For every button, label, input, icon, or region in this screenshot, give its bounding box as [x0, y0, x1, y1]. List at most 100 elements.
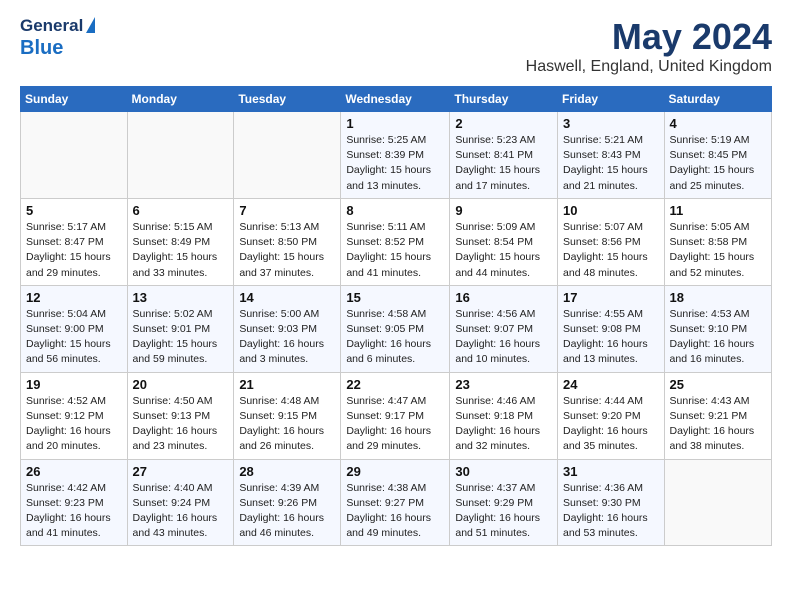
calendar-cell: 31 Sunrise: 4:36 AM Sunset: 9:30 PM Dayli… — [558, 459, 665, 546]
day-info: Sunrise: 4:47 AM Sunset: 9:17 PM Dayligh… — [346, 394, 444, 455]
day-number: 5 — [26, 203, 122, 218]
calendar-week-row: 26Sunrise: 4:42 AM Sunset: 9:23 PM Dayli… — [21, 459, 772, 546]
calendar-cell: 10 Sunrise: 5:07 AM Sunset: 8:56 PM Dayli… — [558, 198, 665, 285]
day-info: Sunrise: 5:17 AM Sunset: 8:47 PM Dayligh… — [26, 220, 122, 281]
calendar-cell: 25 Sunrise: 4:43 AM Sunset: 9:21 PM Dayli… — [664, 372, 771, 459]
header: General Blue May 2024 Haswell, England, … — [20, 16, 772, 76]
page: General Blue May 2024 Haswell, England, … — [0, 0, 792, 562]
day-info: Sunrise: 4:58 AM Sunset: 9:05 PM Dayligh… — [346, 307, 444, 368]
calendar-cell: 18 Sunrise: 4:53 AM Sunset: 9:10 PM Dayli… — [664, 285, 771, 372]
calendar-cell — [664, 459, 771, 546]
day-number: 2 — [455, 116, 552, 131]
calendar-cell: 30 Sunrise: 4:37 AM Sunset: 9:29 PM Dayli… — [450, 459, 558, 546]
calendar-header-saturday: Saturday — [664, 87, 771, 112]
day-number: 26 — [26, 464, 122, 479]
calendar-cell: 6 Sunrise: 5:15 AM Sunset: 8:49 PM Daylig… — [127, 198, 234, 285]
calendar-cell: 27 Sunrise: 4:40 AM Sunset: 9:24 PM Dayli… — [127, 459, 234, 546]
calendar-cell: 4Sunrise: 5:19 AM Sunset: 8:45 PM Daylig… — [664, 112, 771, 199]
calendar-cell: 29 Sunrise: 4:38 AM Sunset: 9:27 PM Dayli… — [341, 459, 450, 546]
day-number: 17 — [563, 290, 659, 305]
day-number: 28 — [239, 464, 335, 479]
day-info: Sunrise: 5:04 AM Sunset: 9:00 PM Dayligh… — [26, 307, 122, 368]
day-info: Sunrise: 5:11 AM Sunset: 8:52 PM Dayligh… — [346, 220, 444, 281]
calendar-header-tuesday: Tuesday — [234, 87, 341, 112]
calendar-cell: 8 Sunrise: 5:11 AM Sunset: 8:52 PM Daylig… — [341, 198, 450, 285]
day-number: 16 — [455, 290, 552, 305]
day-number: 25 — [670, 377, 766, 392]
day-number: 8 — [346, 203, 444, 218]
day-info: Sunrise: 4:39 AM Sunset: 9:26 PM Dayligh… — [239, 481, 335, 542]
calendar-cell: 22 Sunrise: 4:47 AM Sunset: 9:17 PM Dayli… — [341, 372, 450, 459]
calendar-cell: 9 Sunrise: 5:09 AM Sunset: 8:54 PM Daylig… — [450, 198, 558, 285]
calendar-cell — [234, 112, 341, 199]
calendar-cell: 24 Sunrise: 4:44 AM Sunset: 9:20 PM Dayli… — [558, 372, 665, 459]
day-number: 4 — [670, 116, 766, 131]
day-info: Sunrise: 5:25 AM Sunset: 8:39 PM Dayligh… — [346, 133, 444, 194]
day-info: Sunrise: 5:23 AM Sunset: 8:41 PM Dayligh… — [455, 133, 552, 194]
calendar-cell: 23Sunrise: 4:46 AM Sunset: 9:18 PM Dayli… — [450, 372, 558, 459]
day-number: 27 — [133, 464, 229, 479]
calendar-header-row: SundayMondayTuesdayWednesdayThursdayFrid… — [21, 87, 772, 112]
day-number: 14 — [239, 290, 335, 305]
day-number: 10 — [563, 203, 659, 218]
day-number: 31 — [563, 464, 659, 479]
calendar-cell: 16 Sunrise: 4:56 AM Sunset: 9:07 PM Dayli… — [450, 285, 558, 372]
calendar-cell: 17Sunrise: 4:55 AM Sunset: 9:08 PM Dayli… — [558, 285, 665, 372]
calendar-cell: 14Sunrise: 5:00 AM Sunset: 9:03 PM Dayli… — [234, 285, 341, 372]
day-number: 23 — [455, 377, 552, 392]
day-info: Sunrise: 5:07 AM Sunset: 8:56 PM Dayligh… — [563, 220, 659, 281]
day-info: Sunrise: 4:36 AM Sunset: 9:30 PM Dayligh… — [563, 481, 659, 542]
calendar-table: SundayMondayTuesdayWednesdayThursdayFrid… — [20, 86, 772, 546]
day-info: Sunrise: 5:13 AM Sunset: 8:50 PM Dayligh… — [239, 220, 335, 281]
title-block: May 2024 Haswell, England, United Kingdo… — [526, 16, 772, 76]
calendar-cell: 5 Sunrise: 5:17 AM Sunset: 8:47 PM Daylig… — [21, 198, 128, 285]
day-info: Sunrise: 4:50 AM Sunset: 9:13 PM Dayligh… — [133, 394, 229, 455]
calendar-header-wednesday: Wednesday — [341, 87, 450, 112]
day-info: Sunrise: 5:15 AM Sunset: 8:49 PM Dayligh… — [133, 220, 229, 281]
day-number: 13 — [133, 290, 229, 305]
day-number: 3 — [563, 116, 659, 131]
calendar-cell: 19 Sunrise: 4:52 AM Sunset: 9:12 PM Dayli… — [21, 372, 128, 459]
day-info: Sunrise: 4:43 AM Sunset: 9:21 PM Dayligh… — [670, 394, 766, 455]
day-info: Sunrise: 4:53 AM Sunset: 9:10 PM Dayligh… — [670, 307, 766, 368]
calendar-cell: 2 Sunrise: 5:23 AM Sunset: 8:41 PM Daylig… — [450, 112, 558, 199]
calendar-cell: 7Sunrise: 5:13 AM Sunset: 8:50 PM Daylig… — [234, 198, 341, 285]
calendar-cell: 21Sunrise: 4:48 AM Sunset: 9:15 PM Dayli… — [234, 372, 341, 459]
day-info: Sunrise: 4:48 AM Sunset: 9:15 PM Dayligh… — [239, 394, 335, 455]
location-subtitle: Haswell, England, United Kingdom — [526, 58, 772, 76]
calendar-week-row: 5 Sunrise: 5:17 AM Sunset: 8:47 PM Daylig… — [21, 198, 772, 285]
calendar-cell: 12 Sunrise: 5:04 AM Sunset: 9:00 PM Dayli… — [21, 285, 128, 372]
day-info: Sunrise: 4:56 AM Sunset: 9:07 PM Dayligh… — [455, 307, 552, 368]
calendar-week-row: 19 Sunrise: 4:52 AM Sunset: 9:12 PM Dayli… — [21, 372, 772, 459]
day-info: Sunrise: 4:44 AM Sunset: 9:20 PM Dayligh… — [563, 394, 659, 455]
day-number: 12 — [26, 290, 122, 305]
day-number: 30 — [455, 464, 552, 479]
day-info: Sunrise: 5:09 AM Sunset: 8:54 PM Dayligh… — [455, 220, 552, 281]
day-info: Sunrise: 5:02 AM Sunset: 9:01 PM Dayligh… — [133, 307, 229, 368]
calendar-cell: 1Sunrise: 5:25 AM Sunset: 8:39 PM Daylig… — [341, 112, 450, 199]
day-number: 15 — [346, 290, 444, 305]
logo: General Blue — [20, 16, 95, 60]
day-number: 22 — [346, 377, 444, 392]
day-info: Sunrise: 4:40 AM Sunset: 9:24 PM Dayligh… — [133, 481, 229, 542]
day-number: 9 — [455, 203, 552, 218]
day-number: 19 — [26, 377, 122, 392]
day-info: Sunrise: 4:52 AM Sunset: 9:12 PM Dayligh… — [26, 394, 122, 455]
calendar-header-monday: Monday — [127, 87, 234, 112]
day-info: Sunrise: 4:38 AM Sunset: 9:27 PM Dayligh… — [346, 481, 444, 542]
day-number: 29 — [346, 464, 444, 479]
day-number: 24 — [563, 377, 659, 392]
day-number: 20 — [133, 377, 229, 392]
logo-blue: Blue — [20, 37, 63, 59]
day-info: Sunrise: 4:37 AM Sunset: 9:29 PM Dayligh… — [455, 481, 552, 542]
day-number: 11 — [670, 203, 766, 218]
day-number: 18 — [670, 290, 766, 305]
month-year-title: May 2024 — [526, 16, 772, 58]
calendar-cell: 28 Sunrise: 4:39 AM Sunset: 9:26 PM Dayli… — [234, 459, 341, 546]
calendar-cell: 13 Sunrise: 5:02 AM Sunset: 9:01 PM Dayli… — [127, 285, 234, 372]
logo-triangle-icon — [86, 17, 95, 33]
calendar-cell: 26Sunrise: 4:42 AM Sunset: 9:23 PM Dayli… — [21, 459, 128, 546]
calendar-header-friday: Friday — [558, 87, 665, 112]
day-number: 6 — [133, 203, 229, 218]
calendar-cell: 3Sunrise: 5:21 AM Sunset: 8:43 PM Daylig… — [558, 112, 665, 199]
